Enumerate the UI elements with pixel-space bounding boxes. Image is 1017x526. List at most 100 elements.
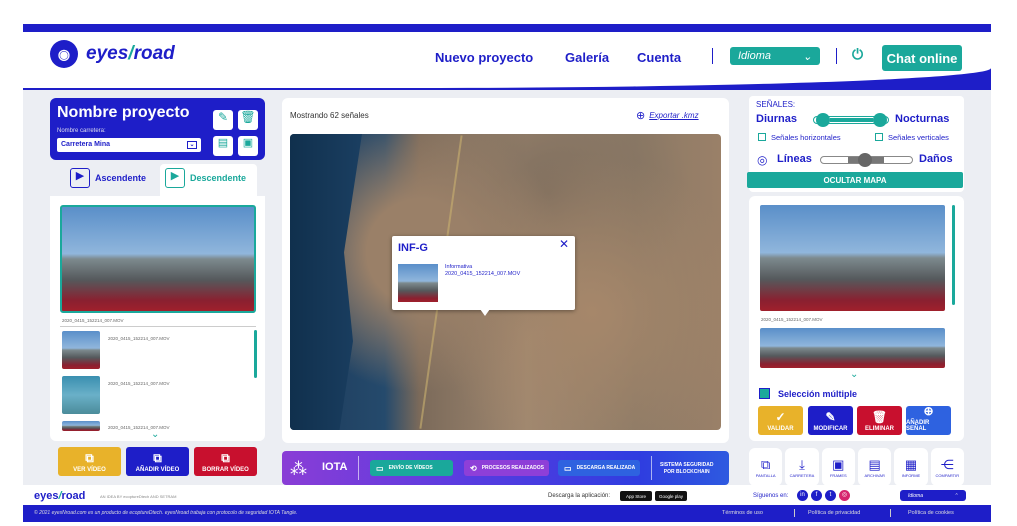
- signal-video-preview[interactable]: [760, 205, 945, 311]
- delete-video-button[interactable]: ⧉ BORRAR VÍDEO: [194, 447, 257, 476]
- screen-icon: ⧉: [761, 456, 771, 472]
- edit-icon: ✎: [825, 410, 836, 424]
- security-text: SISTEMA SEGURIDAD POR BLOCKCHAIN: [660, 462, 714, 475]
- video-thumbnail[interactable]: [62, 421, 100, 431]
- footer-tagline: AN IDEA BY ecoptureDtech AND SETRAM: [100, 494, 177, 499]
- road-download-icon: ⤓: [799, 456, 805, 472]
- signals-heading: SEÑALES:: [756, 100, 796, 109]
- folder-icon[interactable]: ▣: [238, 136, 258, 156]
- ocean: [290, 134, 362, 430]
- footer-language-select[interactable]: Idioma ⌃: [900, 490, 966, 501]
- edit-icon[interactable]: ✎: [213, 110, 233, 130]
- nav-gallery[interactable]: Galería: [565, 50, 609, 65]
- eye-logo-icon: ◉: [50, 40, 78, 68]
- popup-video-thumbnail[interactable]: [398, 264, 438, 302]
- video-delete-icon: ⧉: [221, 451, 230, 465]
- footer-logo[interactable]: eyes/road: [34, 490, 85, 502]
- divider: [651, 456, 652, 480]
- divider: [890, 509, 891, 517]
- chevron-down-icon[interactable]: ⌄: [850, 369, 858, 380]
- logo[interactable]: ◉ eyes/road: [50, 40, 175, 68]
- modify-button[interactable]: ✎ MODIFICAR: [808, 406, 853, 435]
- road-label: Nombre carretera:: [57, 128, 106, 134]
- main-video-preview[interactable]: [60, 205, 256, 313]
- archive-icon: ▤: [868, 456, 881, 472]
- tool-report[interactable]: ▦ INFORME: [894, 448, 928, 486]
- chat-online-button[interactable]: Chat online: [882, 45, 962, 71]
- privacy-link[interactable]: Política de privacidad: [808, 510, 860, 516]
- video-thumbnail[interactable]: [62, 376, 100, 414]
- download-app-label: Descarga la aplicación:: [548, 493, 611, 499]
- terms-link[interactable]: Términos de uso: [722, 510, 763, 516]
- share-icon: ⋲: [940, 456, 954, 472]
- check-icon: ✓: [775, 410, 786, 424]
- twitter-icon[interactable]: t: [825, 490, 836, 501]
- tool-archive[interactable]: ▤ ARCHIVAR: [857, 448, 892, 486]
- export-kmz-link[interactable]: ⊕ Exportar .kmz: [636, 109, 699, 122]
- chevron-down-icon: ⌄: [802, 50, 812, 63]
- divider: [358, 456, 359, 480]
- cookies-link[interactable]: Política de cookies: [908, 510, 954, 516]
- close-icon[interactable]: ✕: [559, 237, 569, 251]
- trash-icon[interactable]: 🗑: [238, 110, 258, 130]
- horizontal-label: Señales horizontales: [771, 133, 841, 142]
- plus-icon: ⊕: [923, 404, 934, 418]
- linkedin-icon[interactable]: in: [797, 490, 808, 501]
- slider-handle[interactable]: [873, 113, 887, 127]
- hide-map-button[interactable]: OCULTAR MAPA: [747, 172, 963, 188]
- damage-label: Daños: [919, 153, 953, 165]
- tool-frames[interactable]: ▣ FRAMES: [821, 448, 855, 486]
- instagram-icon[interactable]: ◎: [839, 490, 850, 501]
- scrollbar[interactable]: [952, 205, 955, 305]
- multi-select-label: Selección múltiple: [778, 389, 858, 399]
- vertical-checkbox[interactable]: [875, 133, 883, 141]
- power-icon[interactable]: ⏻: [852, 46, 863, 63]
- road-select[interactable]: Carretera Mina ⌄: [57, 138, 201, 152]
- popup-filename: 2020_0415_152214_007.MOV: [445, 271, 521, 277]
- add-video-button[interactable]: ⧉ AÑADIR VÍDEO: [126, 447, 189, 476]
- trash-icon: 🗑: [871, 410, 888, 424]
- scrollbar[interactable]: [254, 330, 257, 378]
- signal-video-preview[interactable]: [760, 328, 945, 368]
- video-filename: 2020_0415_152214_007.MOV: [108, 336, 170, 341]
- horizontal-checkbox[interactable]: [758, 133, 766, 141]
- facebook-icon[interactable]: f: [811, 490, 822, 501]
- slider-handle[interactable]: [816, 113, 830, 127]
- add-signal-button[interactable]: ⊕ AÑADIR SEÑAL: [906, 404, 951, 435]
- delete-button[interactable]: 🗑 ELIMINAR: [857, 406, 902, 435]
- video-icon: ▭: [376, 463, 384, 473]
- tab-ascendente[interactable]: ▶ Ascendente: [70, 168, 146, 188]
- download-icon: ▭: [564, 463, 572, 473]
- iota-icon: ⁂: [290, 459, 307, 478]
- slider-range: [830, 118, 873, 122]
- slider-handle[interactable]: [858, 153, 872, 167]
- multi-select-checkbox[interactable]: [759, 388, 770, 399]
- divider: [60, 326, 256, 327]
- save-icon[interactable]: ▤: [213, 136, 233, 156]
- eye-icon[interactable]: ◎: [757, 153, 767, 167]
- iota-step-process: ⟲ PROCESOS REALIZADOS: [464, 460, 549, 476]
- app-store-badge[interactable]: App Store: [620, 491, 652, 501]
- language-select[interactable]: Idioma ⌄: [730, 47, 820, 65]
- nav-new-project[interactable]: Nuevo proyecto: [435, 50, 533, 65]
- chevron-up-icon: ⌃: [953, 492, 958, 499]
- divider: [836, 48, 837, 64]
- vertical-label: Señales verticales: [888, 133, 949, 142]
- chevron-down-icon[interactable]: ⌄: [151, 429, 159, 440]
- video-add-icon: ▶: [165, 168, 185, 188]
- view-video-button[interactable]: ⧉ VER VÍDEO: [58, 447, 121, 476]
- iota-step-download: ▭ DESCARGA REALIZADA: [558, 460, 640, 476]
- main-video-filename: 2020_0415_152214_007.MOV: [62, 318, 124, 323]
- download-icon: ⊕: [636, 110, 646, 122]
- video-add-icon: ▶: [70, 168, 90, 188]
- report-icon: ▦: [904, 456, 918, 472]
- google-play-badge[interactable]: Google play: [655, 491, 687, 501]
- tool-share[interactable]: ⋲ COMPARTIR: [930, 448, 964, 486]
- nav-account[interactable]: Cuenta: [637, 50, 681, 65]
- tool-screen[interactable]: ⧉ PANTALLA: [749, 448, 783, 486]
- tool-road[interactable]: ⤓ CARRETERA: [785, 448, 819, 486]
- video-filename: 2020_0415_152214_007.MOV: [108, 425, 170, 430]
- copyright: © 2021 eyesNroad.com es un producto de e…: [34, 510, 298, 516]
- video-thumbnail[interactable]: [62, 331, 100, 369]
- validate-button[interactable]: ✓ VALIDAR: [758, 406, 803, 435]
